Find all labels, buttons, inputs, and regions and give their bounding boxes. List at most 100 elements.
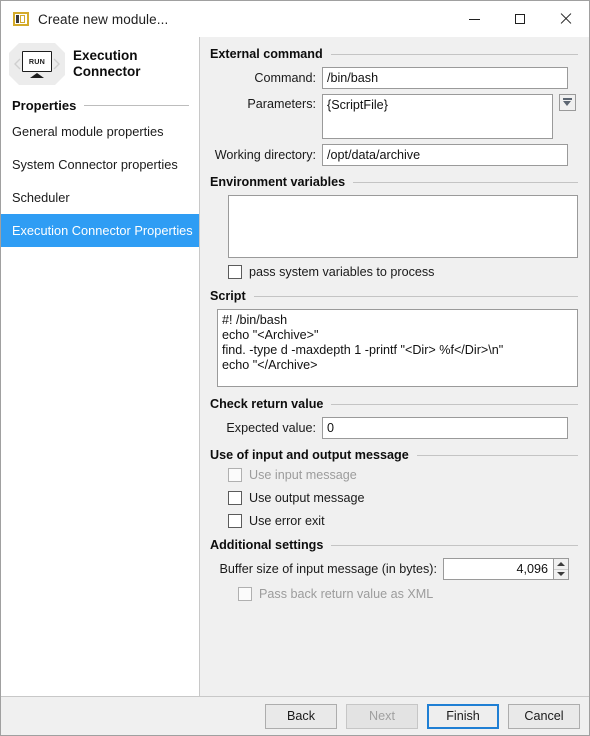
expected-value-row: Expected value: xyxy=(210,417,578,439)
pass-system-variables-checkbox[interactable] xyxy=(228,265,242,279)
environment-variables-group: Environment variables pass system variab… xyxy=(210,175,578,279)
stepper-up-button[interactable] xyxy=(554,559,568,570)
message-usage-group: Use of input and output message Use inpu… xyxy=(210,448,578,528)
expected-value-label: Expected value: xyxy=(226,421,316,435)
window-title: Create new module... xyxy=(38,11,169,27)
back-button[interactable]: Back xyxy=(265,703,337,729)
module-name-line1: Execution xyxy=(73,48,138,63)
module-name: Execution Connector xyxy=(73,48,141,80)
insert-variable-icon[interactable] xyxy=(559,94,576,111)
buffer-size-row: Buffer size of input message (in bytes): xyxy=(210,558,578,580)
pass-back-xml-checkbox xyxy=(238,587,252,601)
pass-system-variables-row: pass system variables to process xyxy=(228,265,578,279)
finish-button[interactable]: Finish xyxy=(427,703,499,729)
use-output-message-checkbox[interactable] xyxy=(228,491,242,505)
pass-system-variables-label: pass system variables to process xyxy=(249,265,435,279)
group-header: External command xyxy=(210,47,578,61)
divider xyxy=(353,181,578,183)
sidebar-item-execution-connector-properties[interactable]: Execution Connector Properties xyxy=(1,214,199,247)
close-icon xyxy=(560,13,572,25)
additional-settings-group: Additional settings Buffer size of input… xyxy=(210,538,578,601)
use-output-message-label: Use output message xyxy=(249,491,365,505)
divider xyxy=(330,53,578,55)
group-header: Check return value xyxy=(210,397,578,411)
stepper-down-button[interactable] xyxy=(554,570,568,580)
run-connector-icon: RUN xyxy=(9,43,65,85)
chevron-left-icon xyxy=(14,58,21,70)
parameters-row: Parameters: xyxy=(210,94,578,139)
command-row: Command: xyxy=(210,67,578,89)
parameters-label: Parameters: xyxy=(247,97,316,111)
minimize-button[interactable] xyxy=(451,1,497,37)
properties-panel: External command Command: Parameters: xyxy=(200,37,589,696)
chevron-up-icon xyxy=(557,561,565,566)
chevron-down-icon xyxy=(557,572,565,577)
group-title: Script xyxy=(210,289,246,303)
close-button[interactable] xyxy=(543,1,589,37)
buffer-size-stepper xyxy=(443,558,569,580)
script-group: Script #! /bin/bash echo "<Archive>" fin… xyxy=(210,289,578,387)
monitor-icon: RUN xyxy=(22,51,52,72)
group-title: Additional settings xyxy=(210,538,324,552)
group-title: Environment variables xyxy=(210,175,346,189)
group-header: Script xyxy=(210,289,578,303)
check-return-value-group: Check return value Expected value: xyxy=(210,397,578,439)
working-directory-input[interactable] xyxy=(322,144,568,166)
sidebar: RUN Execution Connector Properties Gener… xyxy=(1,37,200,696)
module-icon xyxy=(13,12,29,26)
sidebar-item-label: Execution Connector Properties xyxy=(12,223,193,238)
working-directory-label: Working directory: xyxy=(214,148,316,162)
buffer-size-input[interactable] xyxy=(443,558,553,580)
maximize-icon xyxy=(515,14,525,24)
external-command-group: External command Command: Parameters: xyxy=(210,47,578,166)
title-bar: Create new module... xyxy=(1,1,589,37)
working-directory-row: Working directory: xyxy=(210,144,578,166)
group-title: Use of input and output message xyxy=(210,448,409,462)
next-button: Next xyxy=(346,703,418,729)
properties-label: Properties xyxy=(12,98,77,113)
command-input[interactable] xyxy=(322,67,568,89)
use-input-message-checkbox xyxy=(228,468,242,482)
script-textarea[interactable]: #! /bin/bash echo "<Archive>" find. -typ… xyxy=(217,309,578,387)
buffer-size-label: Buffer size of input message (in bytes): xyxy=(219,562,437,576)
sidebar-item-system-connector-properties[interactable]: System Connector properties xyxy=(1,148,199,181)
chevron-right-icon xyxy=(53,58,60,70)
sidebar-item-label: Scheduler xyxy=(12,190,70,205)
module-header: RUN Execution Connector xyxy=(1,41,199,89)
sidebar-item-scheduler[interactable]: Scheduler xyxy=(1,181,199,214)
expected-value-input[interactable] xyxy=(322,417,568,439)
group-header: Environment variables xyxy=(210,175,578,189)
sidebar-item-label: General module properties xyxy=(12,124,164,139)
divider xyxy=(84,105,189,106)
create-new-module-dialog: Create new module... RUN Execution Conne… xyxy=(0,0,590,736)
sidebar-item-label: System Connector properties xyxy=(12,157,178,172)
stepper-buttons xyxy=(553,558,569,580)
group-title: Check return value xyxy=(210,397,324,411)
pass-back-xml-label: Pass back return value as XML xyxy=(259,587,434,601)
monitor-stand-icon xyxy=(30,73,44,78)
sidebar-item-general-module-properties[interactable]: General module properties xyxy=(1,115,199,148)
use-error-exit-row: Use error exit xyxy=(228,514,578,528)
maximize-button[interactable] xyxy=(497,1,543,37)
divider xyxy=(331,403,578,405)
properties-section-header: Properties xyxy=(1,98,199,113)
use-output-message-row: Use output message xyxy=(228,491,578,505)
divider xyxy=(253,295,578,297)
command-label: Command: xyxy=(254,71,316,85)
group-header: Additional settings xyxy=(210,538,578,552)
use-error-exit-checkbox[interactable] xyxy=(228,514,242,528)
use-input-message-row: Use input message xyxy=(228,468,578,482)
environment-variables-textarea[interactable] xyxy=(228,195,578,258)
run-label: RUN xyxy=(28,57,46,66)
cancel-button[interactable]: Cancel xyxy=(508,703,580,729)
minimize-icon xyxy=(468,18,480,20)
dialog-footer: Back Next Finish Cancel xyxy=(1,696,589,735)
divider xyxy=(416,454,578,456)
divider xyxy=(331,544,578,546)
window-controls xyxy=(451,1,589,37)
module-name-line2: Connector xyxy=(73,64,141,79)
group-header: Use of input and output message xyxy=(210,448,578,462)
use-input-message-label: Use input message xyxy=(249,468,357,482)
parameters-textarea[interactable] xyxy=(322,94,553,139)
group-title: External command xyxy=(210,47,323,61)
